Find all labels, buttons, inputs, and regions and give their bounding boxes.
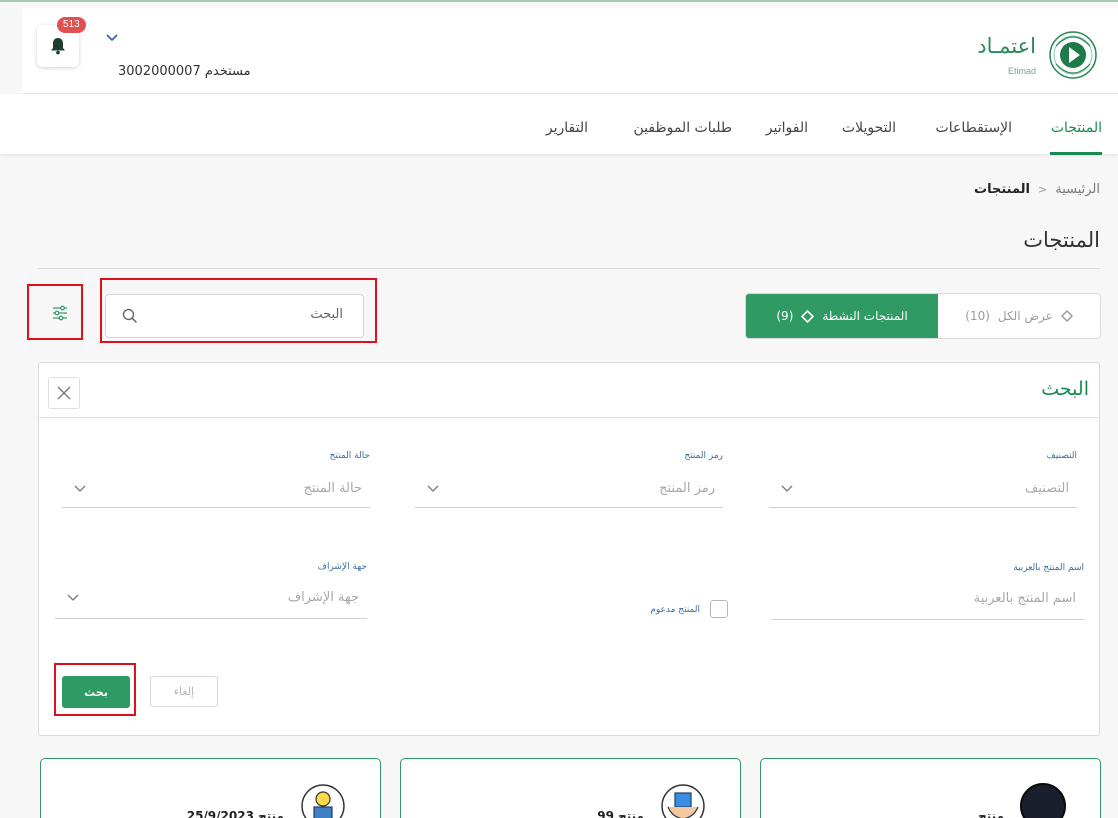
logo-emblem-icon bbox=[1049, 31, 1097, 79]
category-label: التصنيف bbox=[1046, 451, 1077, 461]
product-card[interactable]: منتج 25/9/2023 bbox=[40, 758, 381, 818]
category-select[interactable]: التصنيف التصنيف bbox=[769, 451, 1077, 511]
product-name: منتج 99 bbox=[597, 809, 644, 818]
nav-tab-reports[interactable]: التقارير bbox=[546, 120, 588, 136]
field-underline bbox=[415, 507, 723, 508]
product-name: منتج bbox=[978, 809, 1004, 818]
top-accent-bar bbox=[0, 0, 1118, 2]
chevron-down-icon bbox=[67, 594, 79, 601]
field-underline bbox=[55, 618, 367, 619]
layers-icon bbox=[801, 309, 815, 323]
show-all-count: (10) bbox=[965, 309, 990, 323]
chevron-down-icon bbox=[427, 485, 439, 492]
nav-tab-employee-requests[interactable]: طلبات الموظفين bbox=[634, 120, 733, 136]
panel-header-divider bbox=[39, 417, 1099, 418]
product-code-placeholder: رمز المنتج bbox=[659, 481, 715, 496]
supervisor-label: جهة الإشراف bbox=[317, 562, 367, 572]
etimad-logo[interactable]: اعتمـاد Etimad bbox=[942, 26, 1102, 82]
notification-count-badge: 513 bbox=[57, 17, 86, 33]
product-status-label: حالة المنتج bbox=[329, 451, 370, 461]
user-account-label[interactable]: مستخدم 3002000007 bbox=[118, 64, 251, 79]
show-all-label: عرض الكل bbox=[997, 309, 1053, 323]
nav-tab-products[interactable]: المنتجات bbox=[1051, 120, 1102, 136]
user-menu-chevron-icon[interactable] bbox=[106, 34, 118, 42]
product-name-ar-placeholder: اسم المنتج بالعربية bbox=[973, 591, 1076, 606]
show-all-toggle[interactable]: عرض الكل (10) bbox=[938, 294, 1100, 338]
hands-box-icon bbox=[660, 783, 706, 818]
product-status-placeholder: حالة المنتج bbox=[303, 481, 362, 496]
product-name-ar-label: اسم المنتج بالعربية bbox=[1013, 563, 1084, 573]
highlight-search-button bbox=[54, 663, 136, 716]
breadcrumb-home[interactable]: الرئيسية bbox=[1055, 182, 1100, 197]
field-underline bbox=[769, 507, 1077, 508]
layers-icon bbox=[1060, 310, 1073, 322]
cancel-button[interactable]: إلغاء bbox=[150, 676, 218, 707]
product-status-select[interactable]: حالة المنتج حالة المنتج bbox=[62, 451, 370, 511]
title-divider bbox=[38, 268, 1100, 269]
logo-text-ar: اعتمـاد bbox=[977, 34, 1036, 58]
supported-checkbox-box[interactable] bbox=[710, 600, 728, 618]
nav-tab-transfers[interactable]: التحويلات bbox=[842, 120, 896, 136]
main-nav: المنتجات الإستقطاعات التحويلات الفواتير … bbox=[0, 94, 1118, 155]
breadcrumb: الرئيسية < المنتجات bbox=[974, 182, 1100, 197]
page-title: المنتجات bbox=[1023, 228, 1100, 252]
logo-text-en: Etimad bbox=[1007, 66, 1036, 76]
chevron-down-icon bbox=[74, 485, 86, 492]
product-card[interactable]: منتج 99 bbox=[400, 758, 741, 818]
product-card[interactable]: منتج bbox=[760, 758, 1101, 818]
nav-tab-deductions[interactable]: الإستقطاعات bbox=[936, 120, 1012, 136]
nav-tab-invoices[interactable]: الفواتير bbox=[766, 120, 808, 136]
product-name-ar-field[interactable]: اسم المنتج بالعربية اسم المنتج بالعربية bbox=[772, 563, 1084, 623]
close-icon bbox=[57, 386, 71, 400]
product-image bbox=[1020, 783, 1066, 818]
product-code-select[interactable]: رمز المنتج رمز المنتج bbox=[415, 451, 723, 511]
field-underline bbox=[772, 619, 1084, 620]
supervisor-placeholder: جهة الإشراف bbox=[287, 590, 359, 605]
active-products-toggle[interactable]: المنتجات النشطة (9) bbox=[746, 294, 938, 338]
field-underline bbox=[62, 507, 370, 508]
products-filter-toggle: عرض الكل (10) المنتجات النشطة (9) bbox=[745, 293, 1101, 339]
app-header: اعتمـاد Etimad 513 مستخدم 3002000007 bbox=[22, 8, 1118, 94]
chevron-down-icon bbox=[781, 485, 793, 492]
product-name: منتج 25/9/2023 bbox=[186, 809, 284, 818]
filter-panel-title: البحث bbox=[1041, 378, 1089, 400]
breadcrumb-current: المنتجات bbox=[974, 182, 1030, 197]
highlight-search-box bbox=[100, 278, 377, 343]
active-products-label: المنتجات النشطة bbox=[822, 309, 908, 323]
supported-product-checkbox[interactable]: المنتج مدعوم bbox=[618, 600, 728, 622]
supported-checkbox-label: المنتج مدعوم bbox=[650, 605, 700, 615]
lightbulb-box-icon bbox=[300, 783, 346, 818]
highlight-filter-icon bbox=[27, 284, 83, 340]
bell-icon bbox=[51, 38, 65, 55]
product-code-label: رمز المنتج bbox=[684, 451, 723, 461]
active-tab-indicator bbox=[1050, 152, 1102, 155]
category-placeholder: التصنيف bbox=[1024, 481, 1069, 496]
supervisor-select[interactable]: جهة الإشراف جهة الإشراف bbox=[55, 562, 367, 622]
breadcrumb-separator-icon: < bbox=[1038, 183, 1048, 196]
close-panel-button[interactable] bbox=[48, 377, 80, 409]
active-products-count: (9) bbox=[776, 309, 794, 323]
